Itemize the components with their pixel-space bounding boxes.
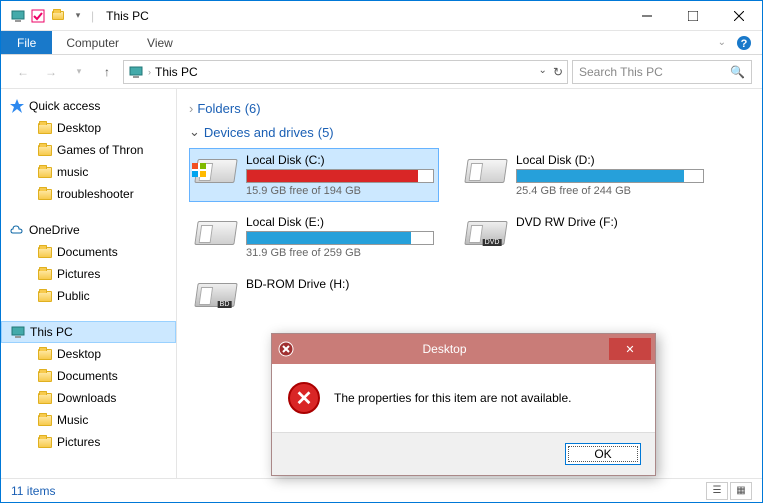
navigation-pane: Quick access Desktop Games of Thron music tr… [1,89,177,478]
usage-bar [246,231,434,245]
tree-label: troubleshooter [57,187,134,201]
tree-label: Documents [57,245,118,259]
help-icon[interactable]: ? [736,35,752,51]
sidebar-item-qa-0[interactable]: Desktop [1,117,176,139]
sidebar-item-od-1[interactable]: Pictures [1,263,176,285]
pc-icon [128,64,144,80]
dialog-title: Desktop [300,342,609,356]
drive-item[interactable]: DVD DVD RW Drive (F:) [459,210,709,264]
search-input[interactable]: Search This PC 🔍 [572,60,752,84]
usage-bar [246,169,434,183]
ribbon-expand-icon[interactable]: ⌄ [718,37,726,48]
close-button[interactable] [716,1,762,31]
group-header-folders[interactable]: › Folders (6) [189,101,750,116]
hdd-icon [464,153,508,189]
drive-name: Local Disk (D:) [516,153,704,167]
title-bar: ▾ | This PC [1,1,762,31]
tree-label: Desktop [57,347,101,361]
drive-item[interactable]: Local Disk (E:) 31.9 GB free of 259 GB [189,210,439,264]
drive-free-text: 25.4 GB free of 244 GB [516,185,704,197]
sidebar-item-pc-2[interactable]: Downloads [1,387,176,409]
drive-name: BD-ROM Drive (H:) [246,277,434,291]
back-button[interactable]: ← [11,60,35,84]
tree-label: Music [57,413,88,427]
error-title-icon [272,341,300,357]
recent-dropdown[interactable]: ▾ [67,60,91,84]
hdd-win-icon [194,153,238,189]
tree-label: Pictures [57,267,100,281]
pc-icon [9,7,27,25]
ribbon: File Computer View ⌄ ? [1,31,762,55]
forward-button[interactable]: → [39,60,63,84]
address-dropdown-icon[interactable]: ⌄ [539,65,547,79]
sidebar-item-qa-2[interactable]: music [1,161,176,183]
chevron-right-icon: › [189,101,193,116]
refresh-icon[interactable]: ↻ [553,65,563,79]
quick-access-toolbar: ▾ [1,7,87,25]
up-button[interactable]: ↑ [95,60,119,84]
ribbon-tab-computer[interactable]: Computer [52,31,133,54]
dialog-message: The properties for this item are not ava… [334,391,571,405]
tree-label: Downloads [57,391,116,405]
drive-free-text: 15.9 GB free of 194 GB [246,185,434,197]
drive-item[interactable]: Local Disk (C:) 15.9 GB free of 194 GB [189,148,439,202]
minimize-button[interactable] [624,1,670,31]
sidebar-item-pc-4[interactable]: Pictures [1,431,176,453]
address-bar[interactable]: › This PC ⌄ ↻ [123,60,568,84]
tiles-view-button[interactable]: ▦ [730,482,752,500]
properties-icon[interactable] [29,7,47,25]
svg-text:?: ? [741,38,748,50]
window-title: This PC [106,9,149,23]
sidebar-item-pc-3[interactable]: Music [1,409,176,431]
tree-label: Desktop [57,121,101,135]
details-view-button[interactable]: ☰ [706,482,728,500]
dialog-close-button[interactable]: ✕ [609,338,651,360]
tree-label: Quick access [29,99,100,113]
tree-label: Games of Thron [57,143,143,157]
tree-label: OneDrive [29,223,80,237]
tree-label: Documents [57,369,118,383]
qat-dropdown-icon[interactable]: ▾ [69,7,87,25]
error-dialog: Desktop ✕ ✕ The properties for this item… [271,333,656,476]
bd-icon: BD [194,277,238,313]
hdd-icon [194,215,238,251]
drive-name: Local Disk (C:) [246,153,434,167]
status-bar: 11 items ☰ ▦ [1,478,762,502]
sidebar-item-qa-1[interactable]: Games of Thron [1,139,176,161]
sidebar-item-pc-1[interactable]: Documents [1,365,176,387]
new-folder-icon[interactable] [49,7,67,25]
tree-label: This PC [30,325,73,339]
tree-label: Public [57,289,90,303]
sidebar-quick-access[interactable]: Quick access [1,95,176,117]
search-icon[interactable]: 🔍 [730,65,745,79]
error-icon: ✕ [288,382,320,414]
drive-name: Local Disk (E:) [246,215,434,229]
item-count: 11 items [11,484,55,498]
ribbon-tab-view[interactable]: View [133,31,187,54]
search-placeholder: Search This PC [579,65,663,79]
drive-item[interactable]: BD BD-ROM Drive (H:) [189,272,439,318]
sidebar-item-od-0[interactable]: Documents [1,241,176,263]
sidebar-item-od-2[interactable]: Public [1,285,176,307]
sidebar-this-pc[interactable]: This PC [1,321,176,343]
dvd-icon: DVD [464,215,508,251]
usage-bar [516,169,704,183]
tree-label: Pictures [57,435,100,449]
navigation-bar: ← → ▾ ↑ › This PC ⌄ ↻ Search This PC 🔍 [1,55,762,89]
maximize-button[interactable] [670,1,716,31]
sidebar-item-pc-0[interactable]: Desktop [1,343,176,365]
chevron-down-icon: ⌄ [189,124,200,140]
file-tab[interactable]: File [1,31,52,54]
sidebar-item-qa-3[interactable]: troubleshooter [1,183,176,205]
sidebar-onedrive[interactable]: OneDrive [1,219,176,241]
dialog-titlebar[interactable]: Desktop ✕ [272,334,655,364]
group-header-drives[interactable]: ⌄ Devices and drives (5) [189,124,750,140]
ok-button[interactable]: OK [565,443,641,465]
tree-label: music [57,165,88,179]
drive-name: DVD RW Drive (F:) [516,215,704,229]
breadcrumb[interactable]: This PC [155,65,198,79]
drive-free-text: 31.9 GB free of 259 GB [246,247,434,259]
drive-item[interactable]: Local Disk (D:) 25.4 GB free of 244 GB [459,148,709,202]
